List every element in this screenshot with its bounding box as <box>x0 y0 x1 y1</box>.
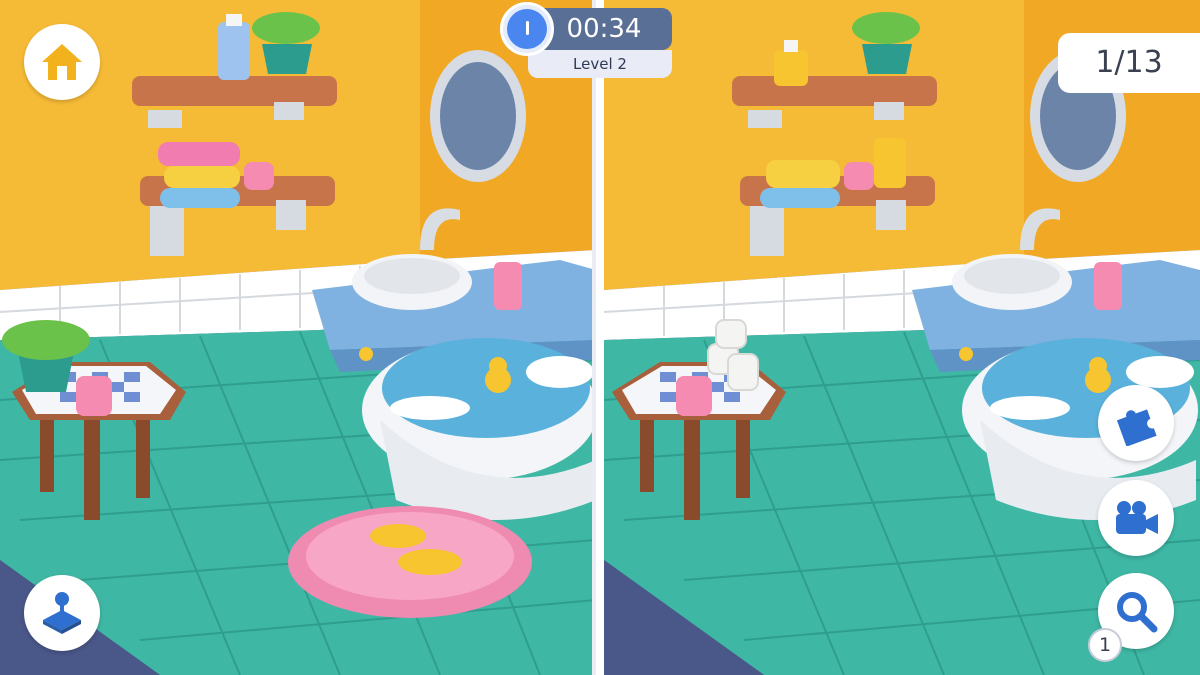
bathroom-scene-left[interactable] <box>0 0 596 675</box>
scene-left[interactable] <box>0 0 596 675</box>
clock-icon <box>500 2 554 56</box>
timer-text: 00:34 <box>566 14 642 44</box>
magnifier-icon <box>1117 592 1158 633</box>
puzzle-icon <box>1116 409 1157 446</box>
home-button[interactable] <box>24 24 100 100</box>
scene-right[interactable] <box>604 0 1200 675</box>
joystick-button[interactable] <box>24 575 100 651</box>
joystick-icon <box>43 592 81 634</box>
found-counter: 1/13 <box>1058 33 1200 93</box>
video-camera-icon <box>1116 501 1158 534</box>
puzzle-button[interactable] <box>1098 385 1174 461</box>
hint-count-badge: 1 <box>1088 628 1122 662</box>
level-label: Level 2 <box>528 50 672 78</box>
video-button[interactable] <box>1098 480 1174 556</box>
home-icon <box>42 44 82 80</box>
bathroom-scene-right[interactable] <box>604 0 1200 675</box>
